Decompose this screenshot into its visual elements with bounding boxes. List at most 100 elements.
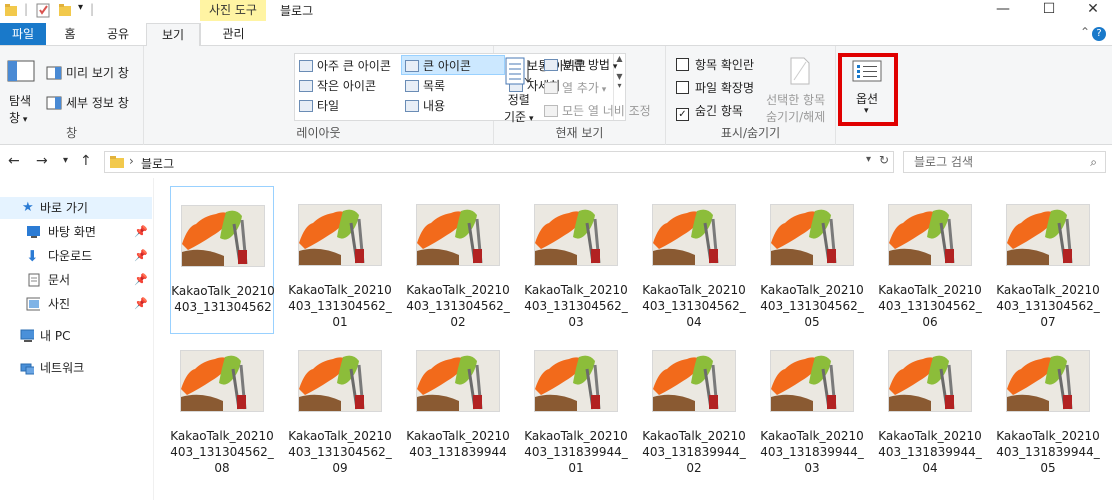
file-item[interactable]: KakaoTalk_20210403_131304562_07 [996, 186, 1100, 334]
file-item[interactable]: KakaoTalk_20210403_131304562_08 [170, 332, 274, 480]
file-thumbnail [1006, 350, 1090, 412]
breadcrumb-chevron-icon[interactable]: › [129, 154, 134, 168]
preview-pane-button[interactable]: 미리 보기 창 [46, 64, 129, 81]
thumbnail-image [299, 205, 381, 265]
pin-icon[interactable]: 📌 [134, 245, 148, 267]
layout-extra-large-icons[interactable]: 아주 큰 아이콘 [299, 57, 391, 74]
file-item[interactable]: KakaoTalk_20210403_131304562 [170, 186, 275, 334]
file-item[interactable]: KakaoTalk_20210403_131304562_09 [288, 332, 392, 480]
tab-home[interactable]: 홈 [52, 23, 88, 47]
file-name: KakaoTalk_20210403_131304562_09 [288, 429, 392, 475]
help-icon[interactable]: ? [1092, 27, 1106, 41]
layout-small-icons[interactable]: 작은 아이콘 [299, 77, 376, 94]
file-name: KakaoTalk_20210403_131839944_02 [642, 429, 746, 475]
nav-item-downloads[interactable]: ⬇ 다운로드 📌 [0, 245, 152, 267]
layout-label: 아주 큰 아이콘 [317, 59, 391, 73]
file-name: KakaoTalk_20210403_131304562_08 [170, 429, 274, 475]
thumbnail-image [417, 205, 499, 265]
quick-access-dropdown-icon[interactable]: ▾ [78, 2, 83, 18]
file-name: KakaoTalk_20210403_131304562_01 [288, 283, 392, 329]
nav-item-desktop[interactable]: 바탕 화면 📌 [0, 221, 152, 243]
minimize-button[interactable]: — [980, 0, 1026, 21]
nav-item-quick-access[interactable]: ★ 바로 가기 [0, 197, 152, 219]
group-by-icon [544, 59, 558, 71]
search-input[interactable]: 블로그 검색 ⌕ [903, 151, 1106, 173]
file-extensions-toggle[interactable]: 파일 확장명 [676, 79, 754, 96]
pin-icon[interactable]: 📌 [134, 293, 148, 315]
nav-item-this-pc[interactable]: 내 PC [0, 325, 152, 347]
context-tab-picture-tools: 사진 도구 [200, 0, 266, 21]
folder-icon[interactable] [4, 2, 18, 18]
file-item[interactable]: KakaoTalk_20210403_131839944_04 [878, 332, 982, 480]
thumbnail-image [889, 351, 971, 411]
tab-file[interactable]: 파일 [0, 23, 46, 45]
layout-tiles[interactable]: 타일 [299, 97, 339, 114]
checkbox[interactable] [676, 81, 689, 94]
tiles-icon [299, 100, 313, 112]
details-pane-button[interactable]: 세부 정보 창 [46, 94, 129, 111]
new-folder-icon[interactable] [58, 2, 72, 18]
size-all-columns-button[interactable]: 모든 열 너비 조정 [544, 102, 651, 119]
file-item[interactable]: KakaoTalk_20210403_131304562_02 [406, 186, 510, 334]
hidden-items-label: 숨긴 항목 [695, 104, 743, 118]
file-item[interactable]: KakaoTalk_20210403_131839944_03 [760, 332, 864, 480]
file-item[interactable]: KakaoTalk_20210403_131304562_04 [642, 186, 746, 334]
layout-list[interactable]: 목록 [405, 77, 445, 94]
breadcrumb-current-folder[interactable]: 블로그 [141, 155, 174, 172]
file-item[interactable]: KakaoTalk_20210403_131839944_05 [996, 332, 1100, 480]
sort-by-label: 정렬 [507, 93, 530, 107]
tab-share[interactable]: 공유 [98, 23, 138, 47]
recent-locations-icon[interactable]: ▾ [63, 155, 68, 166]
forward-arrow-icon[interactable]: → [36, 153, 48, 169]
nav-label: 바로 가기 [40, 201, 88, 215]
properties-icon[interactable] [36, 2, 50, 18]
group-label-current-view: 현재 보기 [555, 126, 604, 140]
nav-item-documents[interactable]: 문서 📌 [0, 269, 152, 291]
sort-by-button[interactable]: 정렬 기준 ▾ [504, 91, 533, 125]
collapse-ribbon-icon[interactable]: ⌃ [1080, 25, 1090, 39]
hide-selected-items-button[interactable]: 선택한 항목 숨기기/해제 [766, 91, 825, 125]
hidden-items-toggle[interactable]: ✓ 숨긴 항목 [676, 102, 743, 121]
thumbnail-image [182, 206, 264, 266]
layout-label: 타일 [317, 99, 340, 113]
thumbnail-image [299, 351, 381, 411]
file-item[interactable]: KakaoTalk_20210403_131839944_02 [642, 332, 746, 480]
file-item[interactable]: KakaoTalk_20210403_131304562_06 [878, 186, 982, 334]
pin-icon[interactable]: 📌 [134, 221, 148, 243]
file-item[interactable]: KakaoTalk_20210403_131304562_01 [288, 186, 392, 334]
add-columns-button[interactable]: 열 추가 ▾ [544, 79, 606, 96]
up-arrow-icon[interactable]: ↑ [80, 153, 92, 169]
address-bar[interactable]: › 블로그 ▾ ↻ [104, 151, 894, 173]
maximize-button[interactable]: ☐ [1026, 0, 1072, 21]
search-icon[interactable]: ⌕ [1090, 152, 1097, 172]
thumbnail-image [1007, 205, 1089, 265]
group-by-button[interactable]: 분류 방법 ▾ [544, 56, 617, 73]
tab-manage[interactable]: 관리 [200, 23, 266, 47]
group-current-view: 정렬 기준 ▾ 분류 방법 ▾ 열 추가 ▾ 모든 열 너비 조정 현재 보기 [494, 46, 666, 145]
thumbnail-image [889, 205, 971, 265]
nav-item-pictures[interactable]: 사진 📌 [0, 293, 152, 315]
pin-icon[interactable]: 📌 [134, 269, 148, 291]
file-item[interactable]: KakaoTalk_20210403_131304562_05 [760, 186, 864, 334]
nav-item-network[interactable]: 네트워크 [0, 357, 152, 379]
navigation-pane-button[interactable]: 탐색 창 ▾ [9, 92, 31, 126]
layout-content[interactable]: 내용 [405, 97, 445, 114]
layout-large-icons[interactable]: 큰 아이콘 [405, 57, 471, 74]
checkbox[interactable] [676, 58, 689, 71]
back-arrow-icon[interactable]: ← [8, 153, 20, 169]
file-item[interactable]: KakaoTalk_20210403_131839944_01 [524, 332, 628, 480]
refresh-icon[interactable]: ↻ [879, 153, 889, 167]
item-checkboxes-toggle[interactable]: 항목 확인란 [676, 56, 754, 73]
address-history-dropdown-icon[interactable]: ▾ [866, 154, 871, 165]
file-extensions-label: 파일 확장명 [695, 81, 755, 95]
checkbox-checked[interactable]: ✓ [676, 108, 689, 121]
file-thumbnail [652, 204, 736, 266]
file-item[interactable]: KakaoTalk_20210403_131839944 [406, 332, 510, 480]
file-item[interactable]: KakaoTalk_20210403_131304562_03 [524, 186, 628, 334]
tab-view[interactable]: 보기 [146, 23, 200, 47]
small-icons-icon [299, 80, 313, 92]
file-thumbnail [888, 350, 972, 412]
close-button[interactable]: ✕ [1070, 0, 1112, 21]
thumbnail-image [535, 205, 617, 265]
file-thumbnail [416, 350, 500, 412]
